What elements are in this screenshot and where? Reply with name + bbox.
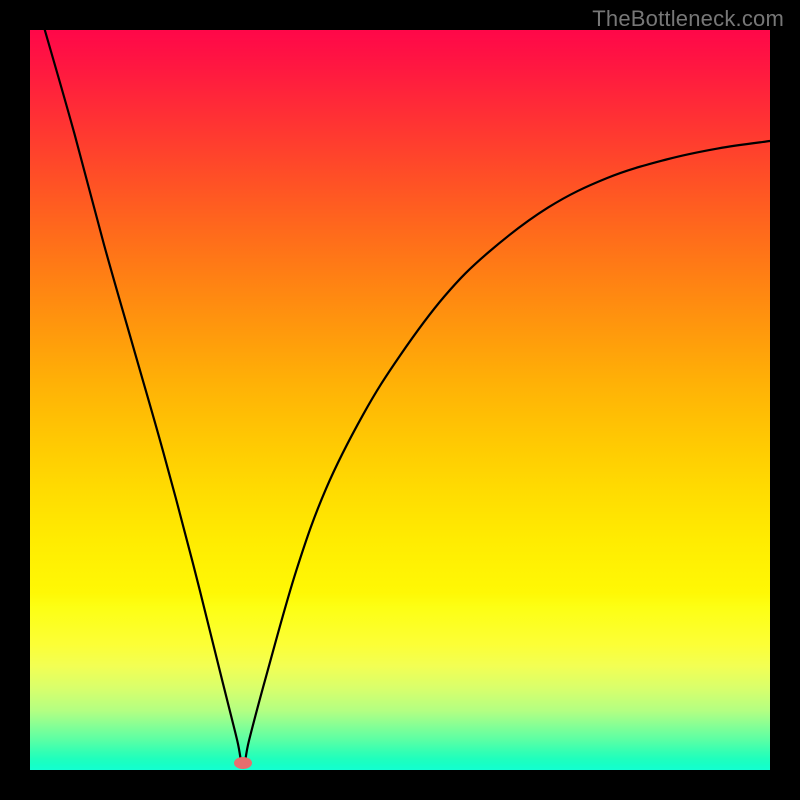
chart-gradient-background — [30, 30, 770, 770]
